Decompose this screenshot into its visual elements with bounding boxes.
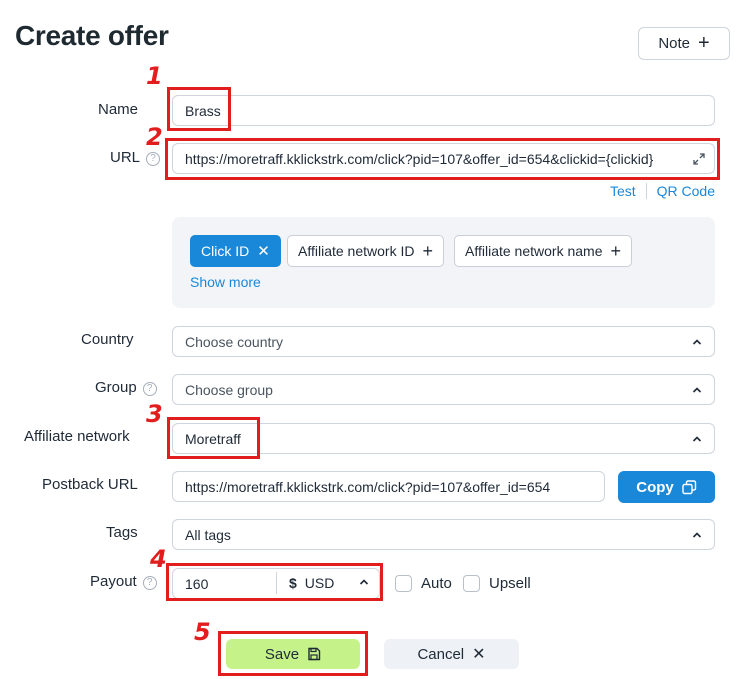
plus-icon: +	[422, 241, 433, 261]
token-label: Affiliate network name	[465, 243, 603, 259]
tags-placeholder: All tags	[185, 526, 231, 543]
close-icon: ✕	[472, 646, 486, 663]
group-label-wrap: Group?	[95, 379, 157, 396]
show-more-link[interactable]: Show more	[190, 274, 261, 290]
chevron-up-icon	[692, 531, 702, 538]
plus-icon: +	[610, 241, 621, 261]
annotation-box-payout	[166, 563, 383, 601]
url-tokens-panel: Click ID ✕ Affiliate network ID + Affili…	[172, 217, 715, 308]
token-label: Affiliate network ID	[298, 243, 415, 259]
annotation-number: 1	[146, 62, 163, 90]
postback-url-label: Postback URL	[42, 476, 138, 493]
chevron-up-icon	[692, 386, 702, 393]
token-affiliate-network-id[interactable]: Affiliate network ID +	[287, 235, 444, 267]
help-icon[interactable]: ?	[142, 576, 157, 590]
annotation-box-save	[218, 631, 368, 676]
auto-checkbox[interactable]	[395, 575, 412, 592]
token-label: Click ID	[201, 243, 250, 259]
annotation-box-affiliate-network	[167, 417, 260, 459]
upsell-label: Upsell	[489, 575, 531, 592]
auto-label: Auto	[421, 575, 452, 592]
token-affiliate-network-name[interactable]: Affiliate network name +	[454, 235, 632, 267]
annotation-number: 5	[194, 618, 211, 646]
copy-icon	[682, 479, 696, 494]
url-label: URL	[110, 149, 141, 166]
test-link[interactable]: Test	[610, 183, 636, 199]
country-label: Country	[81, 331, 134, 348]
cancel-button[interactable]: Cancel ✕	[384, 639, 519, 669]
close-icon[interactable]: ✕	[257, 244, 270, 259]
help-icon[interactable]: ?	[146, 152, 161, 166]
affiliate-network-label: Affiliate network	[24, 428, 130, 445]
tags-label: Tags	[106, 524, 138, 541]
copy-button-label: Copy	[636, 478, 674, 496]
name-input[interactable]: Brass	[172, 95, 715, 126]
plus-icon: +	[698, 31, 710, 54]
name-label: Name	[98, 101, 139, 118]
cancel-button-label: Cancel	[417, 645, 465, 663]
upsell-checkbox[interactable]	[463, 575, 480, 592]
annotation-box-url	[165, 138, 720, 180]
postback-url-value: https://moretraff.kklickstrk.com/click?p…	[185, 478, 551, 495]
group-label: Group	[95, 379, 137, 396]
tags-select[interactable]: All tags	[172, 519, 715, 550]
postback-url-input[interactable]: https://moretraff.kklickstrk.com/click?p…	[172, 471, 605, 502]
group-placeholder: Choose group	[185, 381, 273, 398]
payout-label-wrap: Payout?	[90, 573, 157, 590]
url-actions: Test QR Code	[610, 183, 715, 199]
copy-button[interactable]: Copy	[618, 471, 715, 503]
divider	[645, 183, 647, 199]
payout-label: Payout	[90, 573, 137, 590]
help-icon[interactable]: ?	[142, 382, 157, 396]
group-select[interactable]: Choose group	[172, 374, 715, 405]
annotation-box-name	[167, 87, 231, 131]
add-note-button[interactable]: Note +	[638, 27, 730, 60]
url-label-wrap: URL?	[110, 149, 161, 166]
country-select[interactable]: Choose country	[172, 326, 715, 357]
annotation-number: 4	[150, 545, 167, 573]
page-title: Create offer	[15, 20, 169, 51]
chevron-up-icon	[692, 338, 702, 345]
note-button-label: Note	[658, 35, 690, 52]
qr-code-link[interactable]: QR Code	[657, 183, 715, 199]
token-click-id[interactable]: Click ID ✕	[190, 235, 281, 267]
annotation-number: 2	[146, 123, 163, 151]
annotation-number: 3	[146, 400, 163, 428]
country-placeholder: Choose country	[185, 333, 284, 350]
chevron-up-icon	[692, 435, 702, 442]
